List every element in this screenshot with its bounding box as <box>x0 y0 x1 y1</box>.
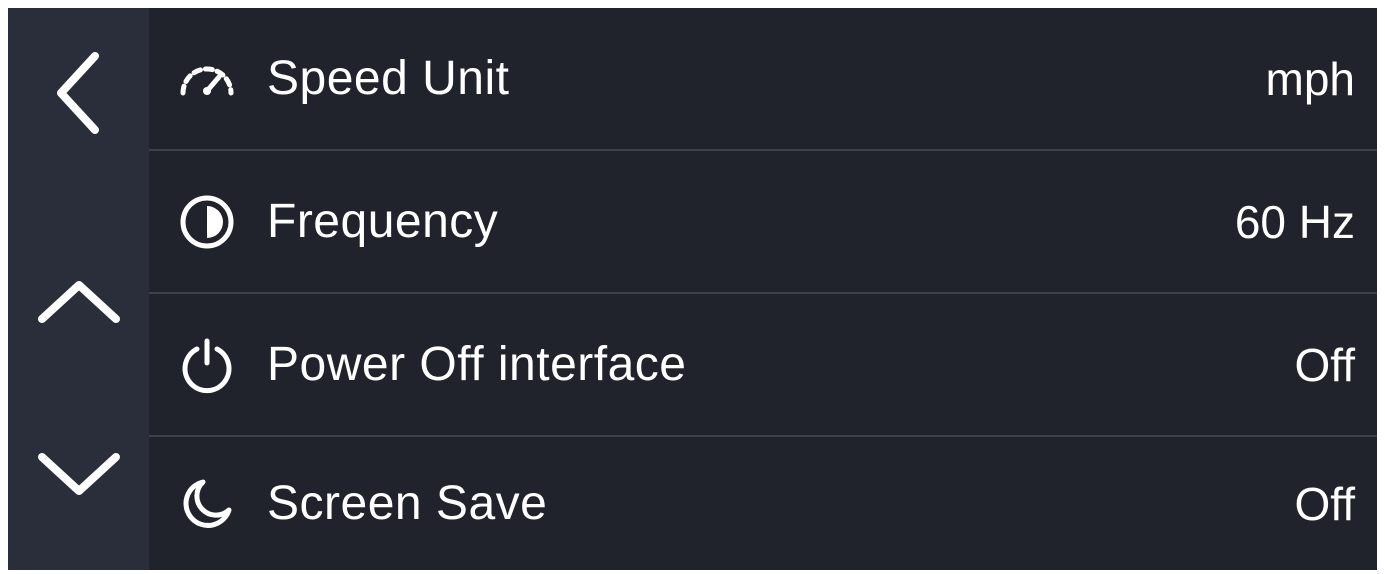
sidebar <box>8 8 149 570</box>
setting-value: mph <box>1265 52 1355 105</box>
settings-list: Speed Unit mph Frequency 60 Hz Power Off… <box>149 8 1377 570</box>
moon-icon <box>175 472 239 536</box>
power-icon <box>175 333 239 397</box>
setting-label: Screen Save <box>267 477 548 530</box>
scroll-down-button[interactable] <box>8 418 149 528</box>
setting-label: Speed Unit <box>267 52 510 105</box>
speedometer-icon <box>175 47 239 111</box>
chevron-down-icon <box>37 453 120 495</box>
back-button[interactable] <box>8 38 149 148</box>
settings-screen: Speed Unit mph Frequency 60 Hz Power Off… <box>8 8 1377 570</box>
setting-value: Off <box>1294 338 1355 391</box>
setting-label: Power Off interface <box>267 338 687 391</box>
scroll-up-button[interactable] <box>8 248 149 358</box>
setting-row-screen-save[interactable]: Screen Save Off <box>149 437 1377 570</box>
setting-label: Frequency <box>267 195 499 248</box>
chevron-up-icon <box>37 281 120 323</box>
setting-row-power-off-interface[interactable]: Power Off interface Off <box>149 294 1377 435</box>
setting-value: Off <box>1294 477 1355 530</box>
chevron-left-icon <box>56 52 99 134</box>
setting-value: 60 Hz <box>1234 195 1355 248</box>
contrast-icon <box>175 190 239 254</box>
setting-row-speed-unit[interactable]: Speed Unit mph <box>149 8 1377 149</box>
setting-row-frequency[interactable]: Frequency 60 Hz <box>149 151 1377 292</box>
